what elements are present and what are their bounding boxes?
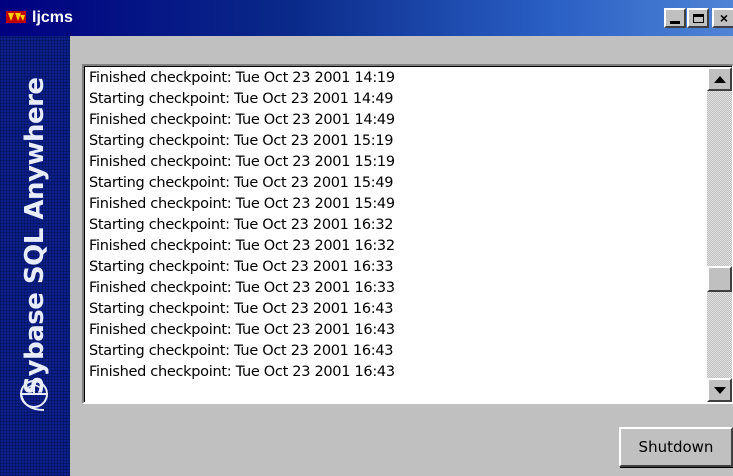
arrow-down-icon xyxy=(713,386,726,394)
scroll-thumb[interactable] xyxy=(707,266,732,292)
minimize-icon xyxy=(670,20,680,24)
window-title: ljcms xyxy=(32,9,73,26)
log-output-area[interactable]: Finished checkpoint: Tue Oct 23 2001 14:… xyxy=(82,64,733,404)
log-line: Finished checkpoint: Tue Oct 23 2001 15:… xyxy=(89,154,395,170)
log-line: Finished checkpoint: Tue Oct 23 2001 16:… xyxy=(89,280,395,296)
vertical-scrollbar[interactable] xyxy=(707,67,732,402)
maximize-button[interactable] xyxy=(687,8,709,28)
log-list: Finished checkpoint: Tue Oct 23 2001 14:… xyxy=(89,68,699,383)
arrow-up-icon xyxy=(713,75,726,83)
banner-text: Sybase SQL Anywhere xyxy=(20,77,50,395)
log-line: Starting checkpoint: Tue Oct 23 2001 15:… xyxy=(89,133,394,149)
sybase-logo-icon xyxy=(20,380,48,411)
log-inner: Finished checkpoint: Tue Oct 23 2001 14:… xyxy=(84,66,732,402)
close-button[interactable]: × xyxy=(712,8,733,28)
sybase-banner: Sybase SQL Anywhere xyxy=(0,36,70,476)
log-line: Starting checkpoint: Tue Oct 23 2001 16:… xyxy=(89,217,394,233)
shutdown-button[interactable]: Shutdown xyxy=(619,427,733,467)
minimize-button[interactable] xyxy=(664,8,686,28)
title-bar[interactable]: ljcms × xyxy=(0,0,733,36)
app-window: ljcms × Sybase SQL Anywhere Finished che… xyxy=(0,0,733,476)
log-line: Finished checkpoint: Tue Oct 23 2001 16:… xyxy=(89,238,395,254)
log-line: Starting checkpoint: Tue Oct 23 2001 16:… xyxy=(89,259,394,275)
maximize-icon xyxy=(692,13,704,23)
log-line: Starting checkpoint: Tue Oct 23 2001 14:… xyxy=(89,91,394,107)
log-line: Finished checkpoint: Tue Oct 23 2001 16:… xyxy=(89,322,395,338)
scroll-up-button[interactable] xyxy=(707,67,732,91)
log-line: Finished checkpoint: Tue Oct 23 2001 16:… xyxy=(89,364,395,380)
sybase-app-icon[interactable] xyxy=(6,9,26,25)
log-line: Starting checkpoint: Tue Oct 23 2001 16:… xyxy=(89,301,394,317)
log-line: Finished checkpoint: Tue Oct 23 2001 14:… xyxy=(89,70,395,86)
log-line: Finished checkpoint: Tue Oct 23 2001 15:… xyxy=(89,196,395,212)
scroll-down-button[interactable] xyxy=(707,378,732,402)
log-line: Starting checkpoint: Tue Oct 23 2001 15:… xyxy=(89,175,394,191)
close-icon: × xyxy=(719,10,729,26)
log-line: Finished checkpoint: Tue Oct 23 2001 14:… xyxy=(89,112,395,128)
log-line: Starting checkpoint: Tue Oct 23 2001 16:… xyxy=(89,343,394,359)
